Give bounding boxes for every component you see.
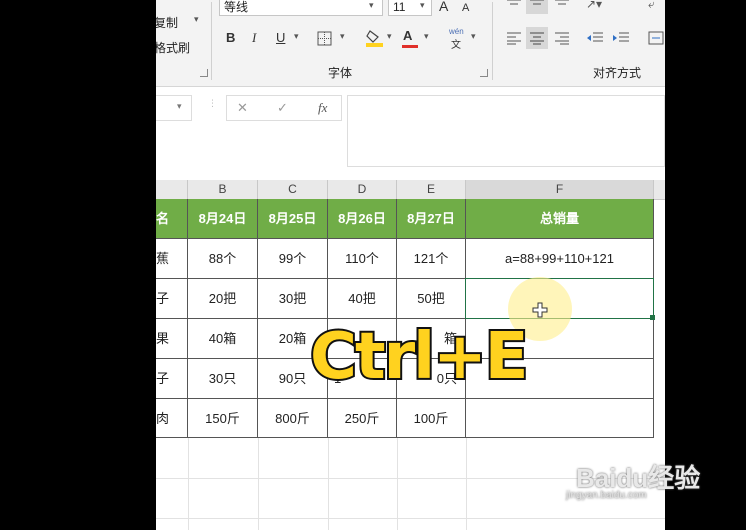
table-cell[interactable]: 蕉 (156, 239, 188, 279)
table-cell[interactable]: 果 (156, 319, 188, 359)
table-cell[interactable]: 99个 (258, 239, 328, 279)
header-cell-date[interactable]: 8月25日 (258, 199, 328, 239)
table-cell[interactable]: 子 (156, 359, 188, 399)
column-header-c[interactable]: C (258, 180, 328, 199)
middle-align-icon (530, 0, 544, 5)
font-launcher-icon[interactable] (480, 69, 488, 77)
merge-center-icon[interactable] (648, 31, 664, 45)
header-cell-total[interactable]: 总销量 (466, 199, 654, 239)
copy-dropdown-icon[interactable]: ▾ (194, 14, 199, 25)
font-group-label: 字体 (328, 66, 353, 80)
align-center-icon (530, 32, 544, 45)
baidu-watermark-url: jingyan.baidu.com (566, 490, 647, 501)
gridline (466, 438, 467, 530)
column-header-f[interactable]: F (466, 180, 654, 199)
gridline (328, 438, 329, 530)
excel-window: 复制 ▾ 格式刷 等线 ▾ 11 ▾ A A B I U ▾ ▾ ▾ A ▾ w… (156, 0, 665, 530)
group-separator (492, 2, 493, 80)
column-header-e[interactable]: E (397, 180, 466, 199)
increase-indent-icon[interactable] (612, 31, 630, 45)
name-box[interactable] (156, 95, 192, 121)
table-cell[interactable]: 40箱 (188, 319, 258, 359)
phonetic-guide-icon[interactable]: wén (449, 27, 464, 36)
fill-color-icon[interactable] (365, 28, 385, 48)
header-cell-name[interactable]: 名 (156, 199, 188, 239)
gridline (188, 438, 189, 530)
insert-function-icon[interactable]: fx (318, 99, 327, 117)
table-cell-total[interactable]: a=88+99+110+121 (466, 239, 654, 279)
shrink-font-icon[interactable]: A (462, 0, 469, 17)
formula-input[interactable] (347, 95, 665, 167)
formula-bar-grip-icon: ⋮ (208, 98, 217, 108)
gridline (397, 438, 398, 530)
font-name-select[interactable]: 等线 (219, 0, 383, 16)
table-cell[interactable]: 50把 (397, 279, 466, 319)
table-cell[interactable]: 121个 (397, 239, 466, 279)
phonetic-dropdown-icon[interactable]: ▾ (471, 31, 476, 42)
column-headers: B C D E F (156, 180, 665, 200)
column-header-b[interactable]: B (188, 180, 258, 199)
column-header-a[interactable] (156, 180, 188, 199)
enter-icon[interactable]: ✓ (277, 99, 288, 117)
table-cell-total[interactable] (466, 399, 654, 438)
column-header-d[interactable]: D (328, 180, 397, 199)
table-cell[interactable]: 肉 (156, 399, 188, 438)
italic-button[interactable]: I (252, 29, 256, 47)
table-cell[interactable]: 子 (156, 279, 188, 319)
table-cell[interactable]: 30把 (258, 279, 328, 319)
alignment-group-label: 对齐方式 (593, 66, 642, 80)
clipboard-launcher-icon[interactable] (200, 69, 208, 77)
table-cell[interactable]: 110个 (328, 239, 397, 279)
bottom-align-icon[interactable] (554, 0, 570, 8)
underline-button[interactable]: U (276, 29, 285, 47)
group-separator (211, 2, 212, 80)
align-right-icon[interactable] (554, 31, 570, 45)
table-cell[interactable]: 800斤 (258, 399, 328, 438)
font-color-icon[interactable]: A (403, 27, 412, 45)
formula-bar-area: ▾ ⋮ ✕ ✓ fx (156, 87, 665, 173)
format-painter-button[interactable]: 格式刷 (156, 39, 190, 56)
copy-button[interactable]: 复制 (156, 14, 178, 31)
fill-handle[interactable] (650, 315, 655, 320)
font-name-dropdown-icon[interactable]: ▾ (369, 0, 374, 11)
borders-icon[interactable] (317, 31, 333, 47)
table-cell[interactable]: 100斤 (397, 399, 466, 438)
borders-dropdown-icon[interactable]: ▾ (340, 31, 345, 42)
cancel-icon[interactable]: ✕ (237, 99, 248, 117)
table-cell[interactable]: 40把 (328, 279, 397, 319)
cell-cursor-icon (532, 302, 548, 318)
header-cell-date[interactable]: 8月26日 (328, 199, 397, 239)
bold-button[interactable]: B (226, 29, 235, 47)
grow-font-icon[interactable]: A (439, 0, 448, 15)
header-cell-date[interactable]: 8月27日 (397, 199, 466, 239)
fill-color-dropdown-icon[interactable]: ▾ (387, 31, 392, 42)
table-cell[interactable]: 20把 (188, 279, 258, 319)
align-left-icon[interactable] (506, 31, 522, 45)
font-size-dropdown-icon[interactable]: ▾ (420, 0, 425, 11)
name-box-dropdown-icon[interactable]: ▾ (177, 101, 182, 112)
orientation-icon[interactable]: ↗▾ (586, 0, 602, 11)
table-cell[interactable]: 150斤 (188, 399, 258, 438)
shortcut-caption: Ctrl+E (308, 318, 530, 396)
underline-dropdown-icon[interactable]: ▾ (294, 31, 299, 42)
table-cell[interactable]: 30只 (188, 359, 258, 399)
font-size-select[interactable]: 11 (388, 0, 432, 16)
wrap-text-icon[interactable]: ⤶ (648, 0, 655, 12)
decrease-indent-icon[interactable] (586, 31, 604, 45)
phonetic-guide-char: 文 (451, 40, 461, 51)
header-cell-date[interactable]: 8月24日 (188, 199, 258, 239)
table-cell[interactable]: 250斤 (328, 399, 397, 438)
font-color-dropdown-icon[interactable]: ▾ (424, 31, 429, 42)
font-color-swatch (402, 45, 418, 48)
top-align-icon[interactable] (506, 0, 522, 8)
gridline (156, 518, 665, 519)
ribbon: 复制 ▾ 格式刷 等线 ▾ 11 ▾ A A B I U ▾ ▾ ▾ A ▾ w… (156, 0, 665, 87)
gridline (258, 438, 259, 530)
table-cell[interactable]: 88个 (188, 239, 258, 279)
